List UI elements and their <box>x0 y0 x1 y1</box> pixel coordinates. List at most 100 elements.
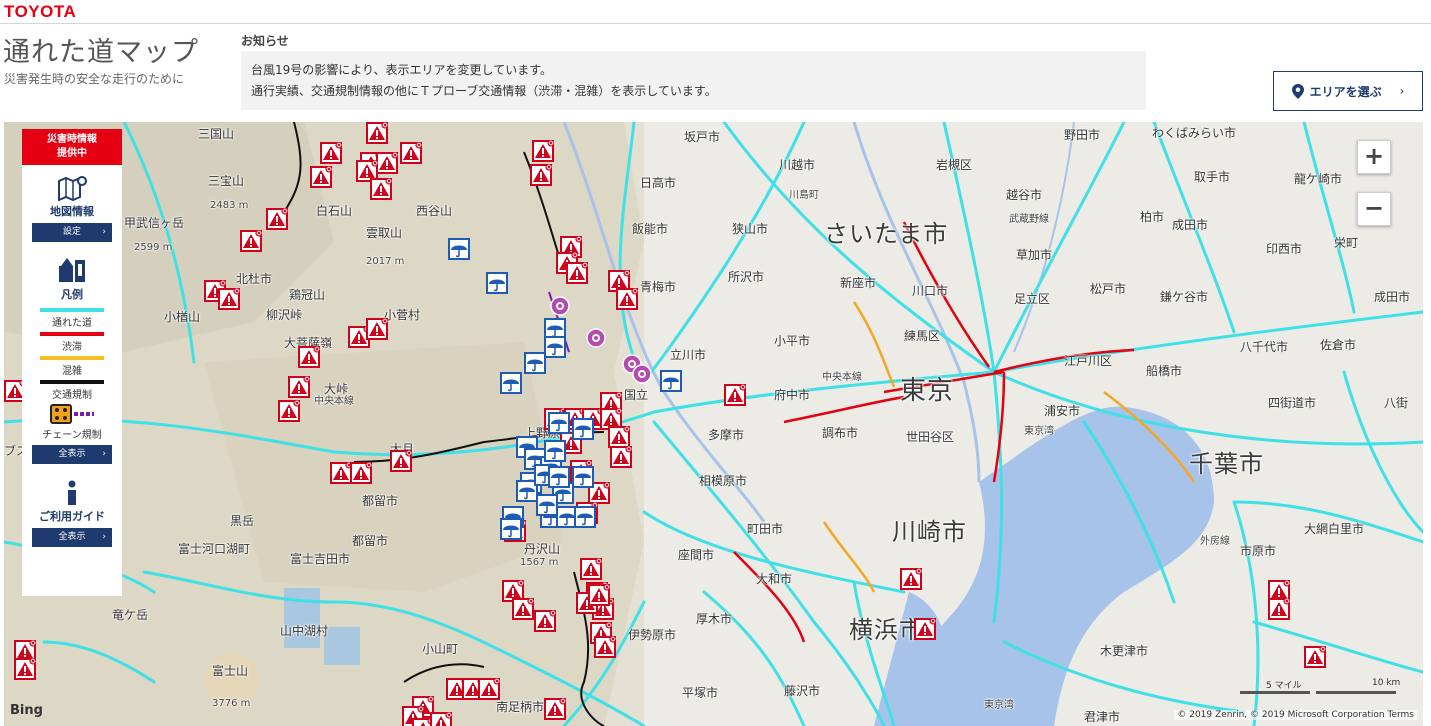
warning-marker-icon[interactable] <box>616 288 638 310</box>
map-settings-button[interactable]: 設定 › <box>32 223 112 242</box>
rain-marker-icon[interactable] <box>544 336 566 358</box>
peak-elevation: 3776 m <box>212 698 251 709</box>
map-label: 平塚市 <box>682 686 719 700</box>
warning-marker-icon[interactable] <box>370 178 392 200</box>
warning-marker-icon[interactable] <box>412 718 434 726</box>
map-label: 竜ケ岳 <box>112 608 149 622</box>
rain-marker-icon[interactable] <box>544 318 566 340</box>
rain-marker-icon[interactable] <box>500 372 522 394</box>
rain-marker-icon[interactable] <box>572 418 594 440</box>
notice-box: 台風19号の影響により、表示エリアを変更しています。 通行実績、交通規制情報の他… <box>241 51 1146 110</box>
legend-item-crowded: 混雑 <box>22 356 122 377</box>
map-label-yokohama: 横浜市 <box>849 616 924 644</box>
rain-marker-icon[interactable] <box>548 412 570 434</box>
warning-marker-icon[interactable] <box>1304 646 1326 668</box>
legend-swatch <box>74 412 94 416</box>
warning-marker-icon[interactable] <box>4 380 26 402</box>
bing-logo[interactable]: Bing <box>10 703 43 718</box>
rain-marker-icon[interactable] <box>572 466 594 488</box>
map-label: 雲取山 <box>366 226 403 240</box>
warning-marker-icon[interactable] <box>588 584 610 606</box>
warning-marker-icon[interactable] <box>390 450 412 472</box>
warning-marker-icon[interactable] <box>356 160 378 182</box>
map-copyright[interactable]: © 2019 Zenrin, © 2019 Microsoft Corporat… <box>1174 710 1417 720</box>
map-label: 松戸市 <box>1090 282 1127 296</box>
warning-marker-icon[interactable] <box>502 580 524 602</box>
rain-marker-icon[interactable] <box>574 506 596 528</box>
rain-marker-icon[interactable] <box>536 494 558 516</box>
rain-marker-icon[interactable] <box>544 440 566 462</box>
warning-marker-icon[interactable] <box>14 658 36 680</box>
warning-marker-icon[interactable] <box>1268 598 1290 620</box>
warning-marker-icon[interactable] <box>608 270 630 292</box>
map-label-chiba: 千葉市 <box>1189 450 1264 478</box>
warning-marker-icon[interactable] <box>218 288 240 310</box>
guide-show-all-button[interactable]: 全表示 › <box>32 528 112 547</box>
chain-marker-icon[interactable] <box>586 328 606 348</box>
warning-marker-icon[interactable] <box>566 262 588 284</box>
rain-marker-icon[interactable] <box>556 506 578 528</box>
chain-marker-icon[interactable] <box>632 364 652 384</box>
chain-marker-icon[interactable] <box>550 296 570 316</box>
map-label: 浦安市 <box>1044 404 1081 418</box>
rain-marker-icon[interactable] <box>500 518 522 540</box>
legend-item-passable: 通れた道 <box>22 308 122 329</box>
warning-marker-icon[interactable] <box>348 326 370 348</box>
legend-label: 凡例 <box>61 288 83 301</box>
warning-marker-icon[interactable] <box>900 568 922 590</box>
warning-marker-icon[interactable] <box>532 140 554 162</box>
warning-marker-icon[interactable] <box>310 166 332 188</box>
map-label: 小菅村 <box>384 308 421 322</box>
warning-marker-icon[interactable] <box>534 610 556 632</box>
rain-marker-icon[interactable] <box>486 272 508 294</box>
map-label: 府中市 <box>774 388 811 402</box>
warning-marker-icon[interactable] <box>14 640 36 662</box>
warning-marker-icon[interactable] <box>288 376 310 398</box>
warning-marker-icon[interactable] <box>1268 580 1290 602</box>
map-label-saitama: さいたま市 <box>824 220 949 248</box>
warning-marker-icon[interactable] <box>600 408 622 430</box>
rain-marker-icon[interactable] <box>448 238 470 260</box>
warning-marker-icon[interactable] <box>594 636 616 658</box>
warning-marker-icon[interactable] <box>724 384 746 406</box>
warning-marker-icon[interactable] <box>914 618 936 640</box>
legend-show-all-button[interactable]: 全表示 › <box>32 445 112 464</box>
zoom-in-button[interactable]: + <box>1357 140 1391 174</box>
warning-marker-icon[interactable] <box>478 678 500 700</box>
select-area-button[interactable]: エリアを選ぶ › <box>1273 71 1423 111</box>
map-canvas[interactable]: さいたま市 東京 千葉市 川崎市 横浜市 坂戸市 野田市 わくばみらい市 川越市… <box>4 122 1423 726</box>
warning-marker-icon[interactable] <box>400 142 422 164</box>
warning-marker-icon[interactable] <box>366 318 388 340</box>
warning-marker-icon[interactable] <box>376 152 398 174</box>
map-label: 都留市 <box>352 534 389 548</box>
rain-marker-icon[interactable] <box>524 352 546 374</box>
map-label: 江戸川区 <box>1064 354 1113 368</box>
warning-marker-icon[interactable] <box>610 446 632 468</box>
rain-marker-icon[interactable] <box>660 370 682 392</box>
warning-marker-icon[interactable] <box>608 426 630 448</box>
warning-marker-icon[interactable] <box>430 712 452 726</box>
zoom-out-button[interactable]: − <box>1357 192 1391 226</box>
warning-marker-icon[interactable] <box>298 346 320 368</box>
warning-marker-icon[interactable] <box>240 230 262 252</box>
toyota-logo[interactable]: TOYOTA <box>4 2 76 22</box>
warning-marker-icon[interactable] <box>330 462 352 484</box>
map-label: 青梅市 <box>640 280 677 294</box>
map-label: 成田市 <box>1172 218 1209 232</box>
warning-marker-icon[interactable] <box>580 558 602 580</box>
warning-marker-icon[interactable] <box>266 208 288 230</box>
warning-marker-icon[interactable] <box>366 122 388 144</box>
chevron-right-icon: › <box>102 449 106 459</box>
warning-marker-icon[interactable] <box>544 698 566 720</box>
warning-marker-icon[interactable] <box>320 142 342 164</box>
rain-marker-icon[interactable] <box>516 480 538 502</box>
map-label: 多摩市 <box>708 428 745 442</box>
info-icon <box>68 480 76 505</box>
warning-marker-icon[interactable] <box>512 598 534 620</box>
rain-marker-icon[interactable] <box>548 466 570 488</box>
warning-marker-icon[interactable] <box>278 400 300 422</box>
warning-marker-icon[interactable] <box>350 462 372 484</box>
legend-list: 通れた道 渋滞 混雑 交通規制 チェーン規制 <box>22 308 122 441</box>
warning-marker-icon[interactable] <box>530 164 552 186</box>
map-label: 白石山 <box>316 204 353 218</box>
